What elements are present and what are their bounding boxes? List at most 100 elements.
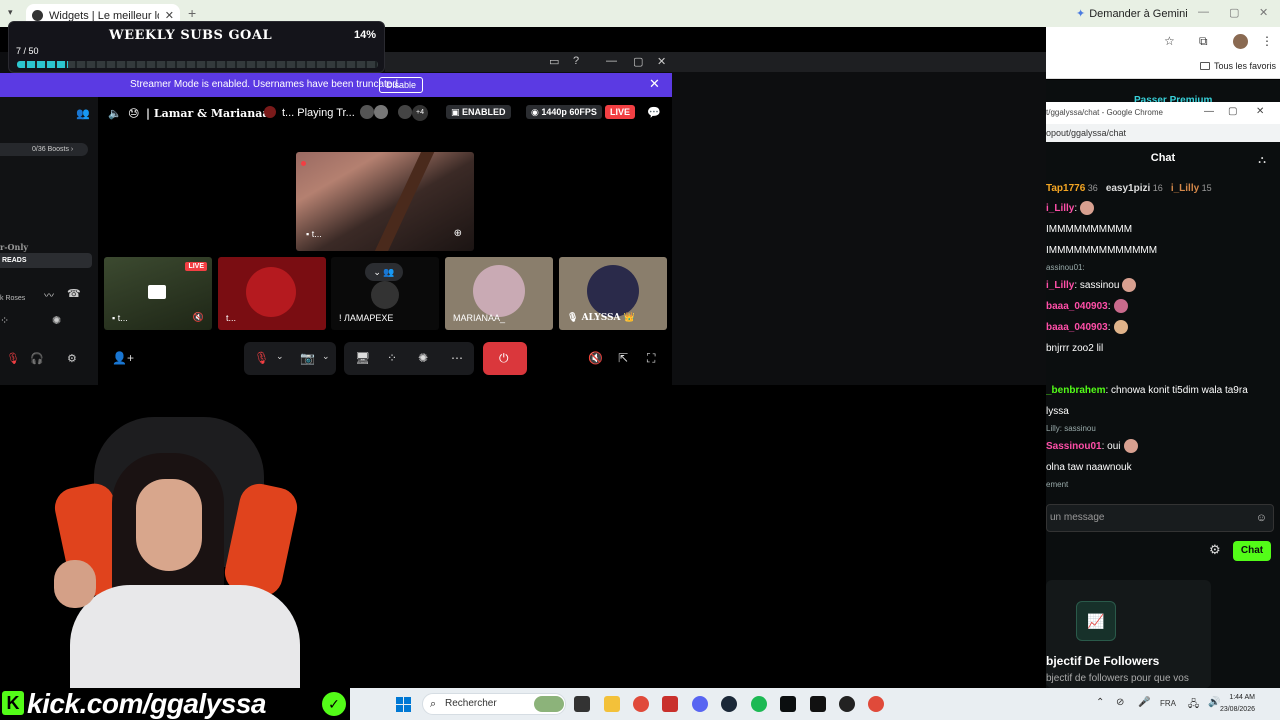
activities-icon[interactable]: ⁘ <box>0 314 9 327</box>
emoji-picker-icon[interactable]: ☺ <box>1256 505 1267 531</box>
participant-avatar <box>360 105 374 119</box>
user-tile[interactable]: 🎙 ALYSSA 👑 <box>559 257 667 330</box>
minimize-icon[interactable]: — <box>1198 6 1209 18</box>
chat-minimize-icon[interactable]: — <box>1204 106 1214 117</box>
disable-streamer-mode-button[interactable]: Disable <box>379 77 424 93</box>
chat-settings-gear-icon[interactable]: ⚙ <box>1209 542 1221 558</box>
windows-start-icon[interactable] <box>396 697 411 712</box>
top-gifter-count: 36 <box>1085 183 1098 193</box>
discord-maximize-icon[interactable]: ▢ <box>633 55 643 68</box>
reads-channel[interactable]: READS <box>0 253 92 268</box>
chat-username[interactable]: Sassinou01 <box>1046 441 1102 452</box>
chat-bubble-icon[interactable]: 💬 <box>647 106 661 119</box>
user-settings-gear-icon[interactable]: ⚙ <box>67 352 77 365</box>
mic-options-icon[interactable]: ⌄ <box>276 351 284 362</box>
tile-user: MARIANAA_ <box>453 313 506 323</box>
chat-message: assinou01: <box>1046 261 1276 275</box>
emote-icon <box>1080 201 1095 216</box>
deafened-icon[interactable]: 🎧 <box>30 352 44 365</box>
extensions-icon[interactable]: ⧉ <box>1199 34 1208 49</box>
network-icon[interactable]: 🖧 <box>1188 697 1199 714</box>
user-avatar <box>246 267 296 317</box>
chat-url-bar[interactable]: opout/ggalyssa/chat <box>1046 124 1280 142</box>
chat-username[interactable]: i_Lilly <box>1046 280 1074 291</box>
activity-button-icon[interactable]: ⁘ <box>387 351 397 365</box>
menu-dots-icon[interactable]: ⋮ <box>1261 34 1273 48</box>
spotify-icon[interactable] <box>751 696 767 712</box>
widgets-favicon-icon <box>32 10 43 21</box>
chat-username[interactable]: _benbrahem <box>1046 385 1105 396</box>
fullscreen-icon[interactable]: ⛶ <box>647 351 655 366</box>
chrome-icon[interactable] <box>633 696 649 712</box>
tile-options-icon[interactable]: ⌄ 👥 <box>365 263 403 281</box>
camera-toggle-icon[interactable]: 📷 <box>300 351 315 365</box>
mic-muted-icon[interactable]: 🎙 <box>6 352 20 365</box>
tile-user-label: 🎙 ALYSSA 👑 <box>567 313 635 323</box>
inbox-icon[interactable]: ▭ <box>549 55 559 68</box>
close-window-icon[interactable]: ✕ <box>1259 6 1268 19</box>
obs-icon[interactable] <box>839 696 855 712</box>
chat-username[interactable]: baaa_040903 <box>1046 301 1108 312</box>
user-tile[interactable]: t... <box>218 257 326 330</box>
language-indicator[interactable]: FRA <box>1160 699 1176 708</box>
leave-call-button[interactable]: ⏻ <box>483 342 527 375</box>
chat-maximize-icon[interactable]: ▢ <box>1228 106 1237 117</box>
send-chat-button[interactable]: Chat <box>1233 541 1271 561</box>
extra-participants-count[interactable]: +4 <box>412 105 428 121</box>
camera-options-icon[interactable]: ⌄ <box>322 351 330 362</box>
chat-close-icon[interactable]: ✕ <box>1256 106 1264 117</box>
streamlabs-icon[interactable] <box>810 696 826 712</box>
chat-input[interactable]: un message ☺ <box>1046 504 1274 532</box>
microphone-icon[interactable]: 🎤 <box>1138 697 1150 708</box>
soundboard-icon[interactable]: 〰 <box>44 287 54 302</box>
tray-app-icon[interactable]: ⊘ <box>1116 697 1124 708</box>
chat-username[interactable]: i_Lilly <box>1046 203 1074 214</box>
gemini-button[interactable]: ✦ Demander à Gemini <box>1076 7 1188 21</box>
discord-close-icon[interactable]: ✕ <box>657 55 666 68</box>
soundboard-button-icon[interactable]: ✺ <box>418 351 428 365</box>
zoom-icon[interactable]: ⊕ <box>454 228 462 239</box>
stream-tile[interactable]: LIVE ▪ t... 🔇 <box>104 257 212 330</box>
user-tile[interactable]: ⌄ 👥 ! ЛАМАРЕХЕ <box>331 257 439 330</box>
discord-taskbar-icon[interactable] <box>692 696 708 712</box>
bookmark-star-icon[interactable]: ☆ <box>1164 34 1175 48</box>
add-friend-icon[interactable]: 👥 <box>76 107 90 120</box>
user-tile[interactable]: MARIANAA_ <box>445 257 553 330</box>
volume-mute-icon[interactable]: 🔇 <box>588 351 603 365</box>
profile-avatar[interactable] <box>1233 34 1248 49</box>
kick-app-icon[interactable] <box>780 696 796 712</box>
disconnect-icon[interactable]: ☎ <box>67 287 81 300</box>
help-icon[interactable]: ? <box>573 55 579 67</box>
mic-toggle-icon[interactable]: 🎙 <box>254 351 269 365</box>
activity-label[interactable]: t... Playing Tr... <box>282 107 355 119</box>
taskbar-clock[interactable]: 1:44 AM 23/08/2026 <box>1205 692 1255 716</box>
screen-share-button-icon[interactable]: 🖥 <box>355 351 370 365</box>
maximize-icon[interactable]: ▢ <box>1229 6 1239 19</box>
boosts-indicator[interactable]: 0/36 Boosts › <box>0 143 88 156</box>
all-bookmarks-button[interactable]: Tous les favoris <box>1200 61 1276 71</box>
popout-icon[interactable]: ⇱ <box>618 351 628 365</box>
chat-message: olna taw naawnouk <box>1046 457 1276 478</box>
invite-icon[interactable]: 👤+ <box>112 351 134 365</box>
chrome-profile-icon[interactable] <box>868 696 884 712</box>
chat-users-icon[interactable]: ⛬ <box>1258 154 1266 167</box>
chat-username[interactable]: baaa_040903 <box>1046 322 1108 333</box>
weather-widget-icon[interactable] <box>534 696 564 712</box>
effects-icon[interactable]: ✺ <box>52 314 61 327</box>
top-gifter[interactable]: Tap1776 36 <box>1046 183 1098 194</box>
tab-search-icon[interactable]: ▾ <box>8 7 13 18</box>
file-explorer-icon[interactable] <box>604 696 620 712</box>
steam-icon[interactable] <box>721 696 737 712</box>
tile-mute-icon[interactable]: 🔇 <box>193 312 204 323</box>
snipping-tool-icon[interactable] <box>662 696 678 712</box>
new-tab-button[interactable]: + <box>188 5 196 21</box>
tray-overflow-icon[interactable]: ⌃ <box>1096 697 1104 708</box>
banner-close-icon[interactable]: ✕ <box>649 76 660 92</box>
task-view-icon[interactable] <box>574 696 590 712</box>
top-gifter[interactable]: i_Lilly 15 <box>1171 183 1212 194</box>
speaker-icon[interactable]: 🔈 <box>108 107 122 120</box>
focused-stream-tile[interactable]: ▪ t... ⊕ <box>296 152 474 251</box>
top-gifter[interactable]: easy1pizi 16 <box>1106 183 1163 194</box>
discord-minimize-icon[interactable]: — <box>606 55 617 67</box>
more-options-icon[interactable]: ⋯ <box>451 351 463 365</box>
